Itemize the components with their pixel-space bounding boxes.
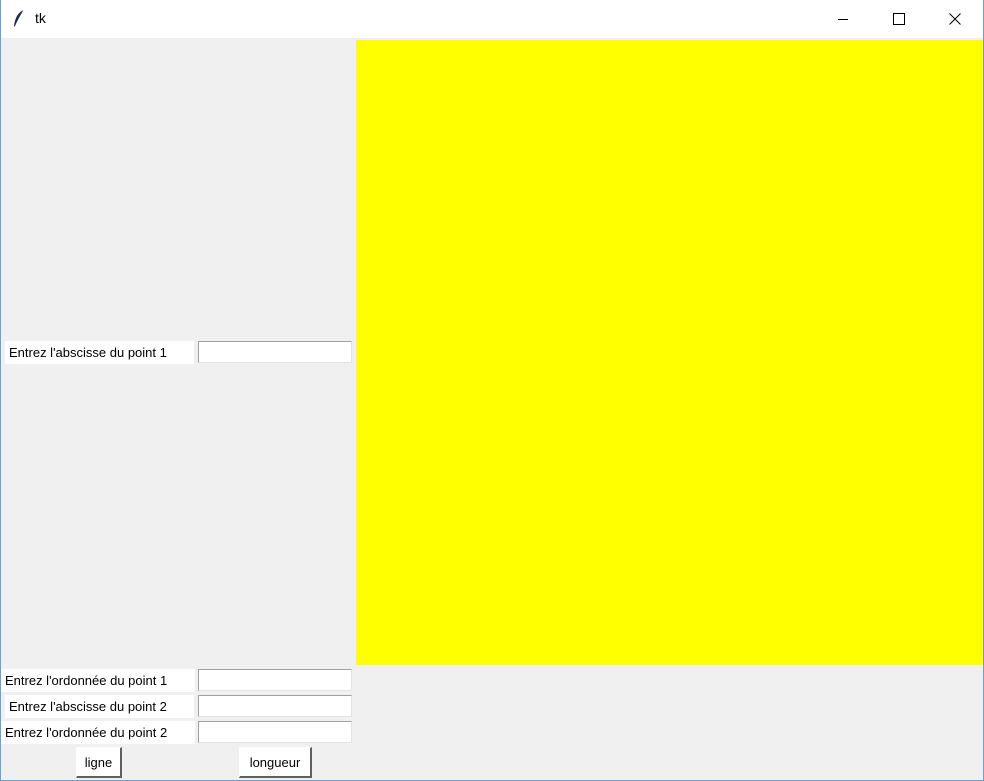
x1-input[interactable] xyxy=(198,341,352,363)
drawing-canvas[interactable] xyxy=(356,40,983,665)
y1-label: Entrez l'ordonnée du point 1 xyxy=(1,669,195,692)
x1-label: Entrez l'abscisse du point 1 xyxy=(5,341,194,364)
ligne-button[interactable]: ligne xyxy=(76,747,122,778)
y2-label: Entrez l'ordonnée du point 2 xyxy=(1,721,195,744)
title-bar[interactable]: tk xyxy=(1,0,983,38)
close-button[interactable] xyxy=(927,0,983,38)
minimize-button[interactable] xyxy=(815,0,871,38)
maximize-button[interactable] xyxy=(871,0,927,38)
minimize-icon xyxy=(838,19,848,20)
app-window: tk Entrez l'abscisse du point 1 Entrez l… xyxy=(0,0,984,781)
longueur-button[interactable]: longueur xyxy=(239,747,312,778)
maximize-icon xyxy=(893,13,905,25)
x2-input[interactable] xyxy=(198,695,352,717)
window-title: tk xyxy=(35,10,46,26)
feather-icon xyxy=(14,9,25,28)
y2-input[interactable] xyxy=(198,721,352,743)
close-icon xyxy=(949,13,961,25)
x2-label: Entrez l'abscisse du point 2 xyxy=(5,695,194,718)
y1-input[interactable] xyxy=(198,669,352,691)
